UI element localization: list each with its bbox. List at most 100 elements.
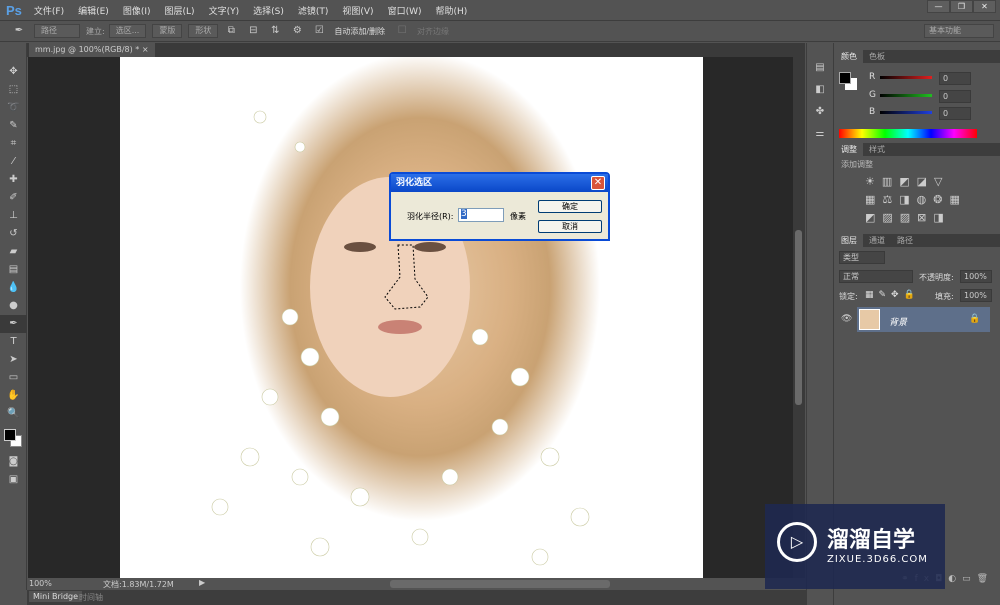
tab-layers[interactable]: 图层 xyxy=(835,234,863,247)
marquee-tool-icon[interactable]: ⬚ xyxy=(0,81,27,99)
menu-image[interactable]: 图像(I) xyxy=(123,4,151,17)
tab-color[interactable]: 颜色 xyxy=(835,50,863,63)
photo-illustration xyxy=(211,110,590,566)
path-mode-select[interactable]: 路径 xyxy=(34,24,80,38)
menu-layer[interactable]: 图层(L) xyxy=(165,4,195,17)
blur-tool-icon[interactable]: 💧 xyxy=(0,279,27,297)
close-tab-icon[interactable]: × xyxy=(142,45,149,54)
lock-icons[interactable]: ▦✎✥🔒 xyxy=(865,290,920,300)
dialog-close-button[interactable]: ✕ xyxy=(591,176,605,190)
document-tab-title: mm.jpg @ 100%(RGB/8) * xyxy=(35,45,140,54)
align-edges-label: 对齐边缘 xyxy=(417,26,450,36)
restore-button[interactable]: ❐ xyxy=(950,0,973,13)
channel-g-value[interactable]: 0 xyxy=(939,90,971,103)
foreground-color-swatch[interactable] xyxy=(839,72,851,84)
tab-swatches[interactable]: 色板 xyxy=(863,50,891,63)
document-tab[interactable]: mm.jpg @ 100%(RGB/8) * × xyxy=(29,43,155,57)
document-image[interactable] xyxy=(120,57,703,578)
tab-adjustments[interactable]: 调整 xyxy=(835,143,863,156)
color-swatches[interactable] xyxy=(0,423,26,453)
tab-channels[interactable]: 通道 xyxy=(863,234,891,247)
type-tool-icon[interactable]: T xyxy=(0,333,27,351)
close-button[interactable]: ✕ xyxy=(973,0,996,13)
menu-select[interactable]: 选择(S) xyxy=(253,4,284,17)
channel-r-value[interactable]: 0 xyxy=(939,72,971,85)
horizontal-scroll-thumb[interactable] xyxy=(390,580,610,588)
path-operations-icon[interactable]: ⧉ xyxy=(224,25,238,37)
hand-tool-icon[interactable]: ✋ xyxy=(0,387,27,405)
brush-presets-icon[interactable]: ✤ xyxy=(810,103,830,121)
channel-g-slider[interactable] xyxy=(880,94,932,97)
adjustment-icons[interactable]: ☀▥◩◪▽ ▦⚖◨◍❂▦ ◩▨▨⊠◨ xyxy=(835,173,1000,227)
make-shape-button[interactable]: 形状 xyxy=(188,24,219,38)
menu-help[interactable]: 帮助(H) xyxy=(435,4,467,17)
brush-tool-icon[interactable]: ✐ xyxy=(0,189,27,207)
path-alignment-icon[interactable]: ⊟ xyxy=(246,25,260,37)
pen-tool-icon[interactable]: ✒ xyxy=(0,315,27,333)
quick-select-tool-icon[interactable]: ✎ xyxy=(0,117,27,135)
menu-file[interactable]: 文件(F) xyxy=(34,4,64,17)
tab-timeline[interactable]: 时间轴 xyxy=(79,592,103,603)
color-spectrum[interactable] xyxy=(839,129,977,138)
align-edges-checkbox[interactable]: ☐ xyxy=(395,25,409,37)
auto-add-delete-checkbox[interactable]: ☑ xyxy=(312,25,326,37)
feather-radius-label: 羽化半径(R): xyxy=(407,212,454,221)
eyedropper-tool-icon[interactable]: ⁄ xyxy=(0,153,27,171)
visibility-eye-icon[interactable]: 👁 xyxy=(841,314,852,324)
minimize-button[interactable]: — xyxy=(927,0,950,13)
menu-view[interactable]: 视图(V) xyxy=(342,4,373,17)
channel-b-slider[interactable] xyxy=(880,111,932,114)
channel-r-slider[interactable] xyxy=(880,76,932,79)
quick-mask-icon[interactable]: ◙ xyxy=(0,453,27,471)
tab-styles[interactable]: 样式 xyxy=(863,143,891,156)
menu-filter[interactable]: 滤镜(T) xyxy=(298,4,329,17)
move-tool-icon[interactable]: ✥ xyxy=(0,63,27,81)
clone-stamp-icon[interactable]: ⊥ xyxy=(0,207,27,225)
tab-paths[interactable]: 路径 xyxy=(891,234,919,247)
fill-input[interactable]: 100% xyxy=(960,289,992,302)
pen-tool-icon[interactable]: ✒ xyxy=(12,25,26,37)
make-selection-button[interactable]: 选区... xyxy=(108,24,147,38)
bottom-panel-tabs: Mini Bridge 时间轴 xyxy=(27,590,833,605)
menu-edit[interactable]: 编辑(E) xyxy=(78,4,109,17)
gradient-tool-icon[interactable]: ▤ xyxy=(0,261,27,279)
feather-radius-value: 3 xyxy=(461,209,467,219)
feather-selection-dialog: 羽化选区 ✕ 羽化半径(R): 3 像素 确定 取消 xyxy=(389,172,610,241)
tab-mini-bridge[interactable]: Mini Bridge xyxy=(29,591,83,602)
gear-icon[interactable]: ⚙ xyxy=(290,25,304,37)
history-icon[interactable]: ▤ xyxy=(810,59,830,77)
blend-mode-select[interactable]: 正常 xyxy=(839,270,913,283)
ok-button[interactable]: 确定 xyxy=(538,200,602,213)
properties-icon[interactable]: ◧ xyxy=(810,81,830,99)
layer-name[interactable]: 背景 xyxy=(889,315,907,328)
status-menu-arrow-icon[interactable]: ▶ xyxy=(199,578,205,587)
crop-tool-icon[interactable]: ⌗ xyxy=(0,135,27,153)
layer-row[interactable]: 背景 🔒 xyxy=(857,307,990,332)
screen-mode-icon[interactable]: ▣ xyxy=(0,471,27,489)
zoom-tool-icon[interactable]: 🔍 xyxy=(0,405,27,423)
shape-tool-icon[interactable]: ▭ xyxy=(0,369,27,387)
menu-window[interactable]: 窗口(W) xyxy=(388,4,422,17)
history-brush-icon[interactable]: ↺ xyxy=(0,225,27,243)
layer-filter-select[interactable]: 类型 xyxy=(839,251,885,264)
eraser-tool-icon[interactable]: ▰ xyxy=(0,243,27,261)
workspace-select[interactable]: 基本功能 xyxy=(924,24,994,38)
path-select-icon[interactable]: ➤ xyxy=(0,351,27,369)
lasso-tool-icon[interactable]: ➰ xyxy=(0,99,27,117)
zoom-level[interactable]: 100% xyxy=(29,579,52,588)
vertical-scroll-thumb[interactable] xyxy=(795,230,802,405)
make-mask-button[interactable]: 蒙版 xyxy=(152,24,183,38)
feather-radius-input[interactable]: 3 xyxy=(458,208,504,222)
auto-add-delete-label: 自动添加/删除 xyxy=(334,26,386,36)
path-arrangement-icon[interactable]: ⇅ xyxy=(268,25,282,37)
channel-b-value[interactable]: 0 xyxy=(939,107,971,120)
menu-type[interactable]: 文字(Y) xyxy=(209,4,240,17)
layer-thumbnail xyxy=(859,309,880,330)
unit-label: 像素 xyxy=(510,212,526,221)
healing-brush-icon[interactable]: ✚ xyxy=(0,171,27,189)
dodge-tool-icon[interactable]: ● xyxy=(0,297,27,315)
opacity-input[interactable]: 100% xyxy=(960,270,992,283)
cancel-button[interactable]: 取消 xyxy=(538,220,602,233)
fill-label: 填充: xyxy=(935,292,954,301)
character-icon[interactable]: ⚌ xyxy=(810,125,830,143)
